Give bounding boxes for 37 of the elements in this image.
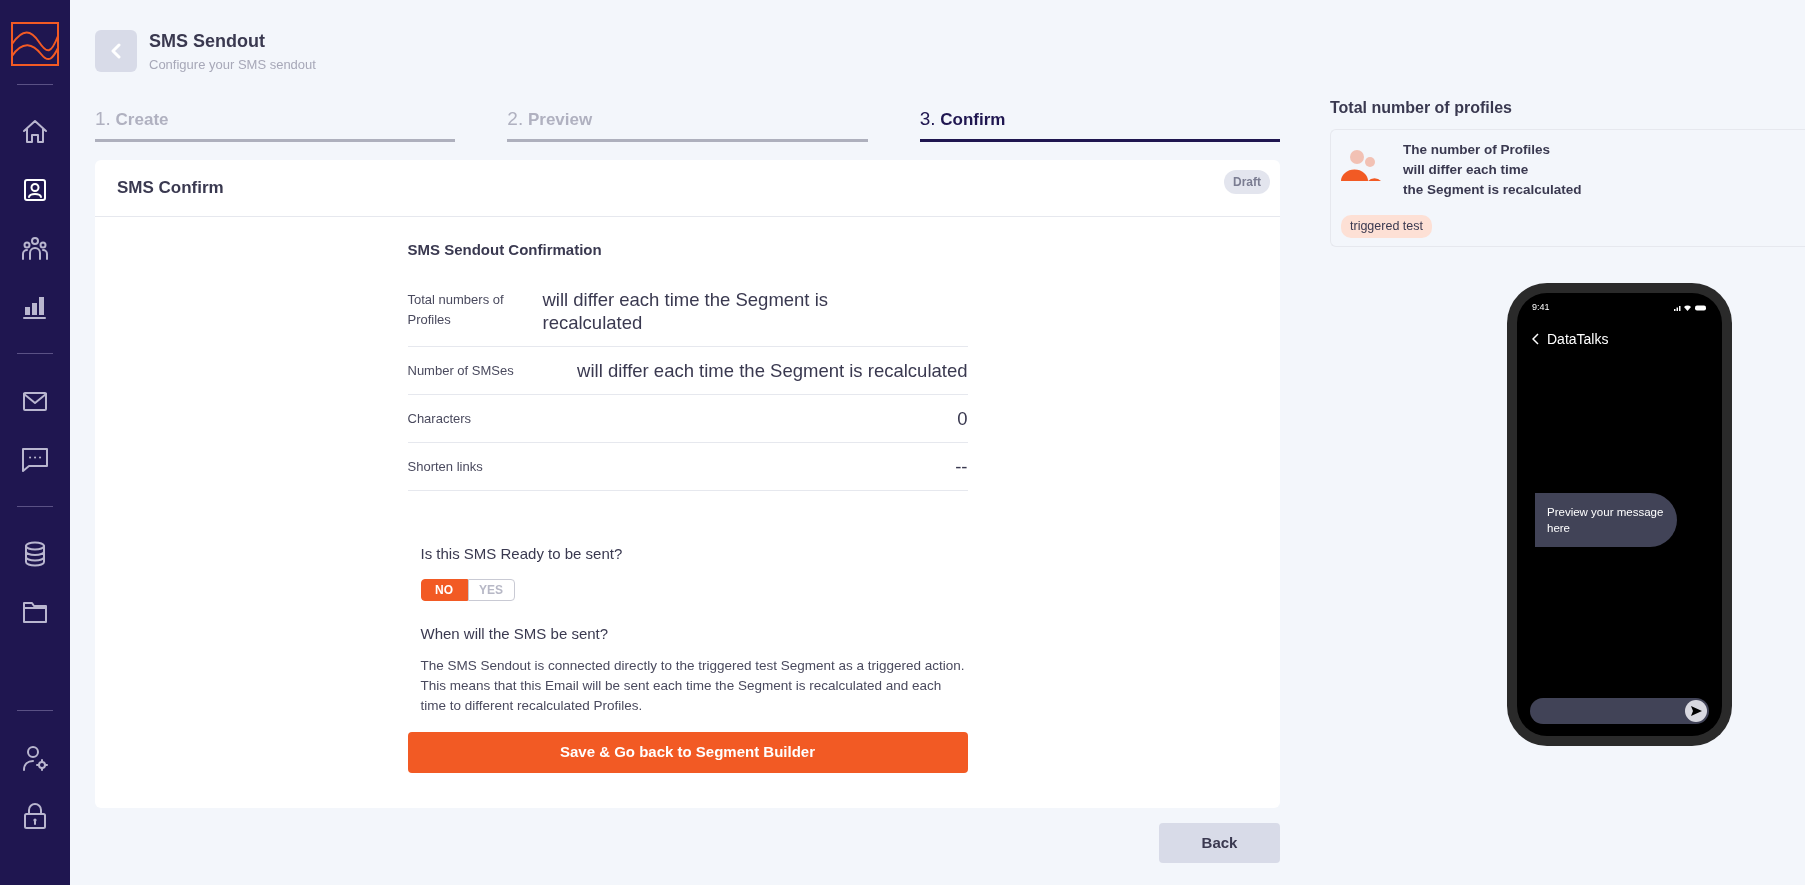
send-icon[interactable] bbox=[1685, 700, 1707, 722]
panel-title: Total number of profiles bbox=[1330, 98, 1513, 118]
message-input[interactable] bbox=[1530, 698, 1709, 724]
card-title: SMS Confirm bbox=[117, 177, 224, 200]
row-value: -- bbox=[955, 454, 968, 478]
section-heading: When will the SMS be sent? bbox=[420, 624, 610, 644]
step-tab[interactable]: 3. Confirm bbox=[919, 104, 1280, 142]
row-value: will differ each time the Segment is recalculated bbox=[541, 287, 829, 334]
people-icon bbox=[1341, 149, 1381, 181]
status-badge: Draft bbox=[1224, 170, 1270, 194]
toggle-option[interactable]: YES bbox=[467, 579, 515, 601]
row-value: will differ each time the Segment is recalculated bbox=[577, 358, 968, 382]
back-chevron-icon[interactable] bbox=[1532, 333, 1539, 345]
contact-name: DataTalks bbox=[1547, 329, 1609, 349]
status-icons bbox=[1673, 303, 1707, 312]
description-text: The SMS Sendout is connected directly to the triggered test Segment as a triggered action. This means that this Email will be sent each time the Segment is recalculated and each time to different recalculated Profiles. bbox=[420, 656, 966, 715]
toggle-option[interactable]: NO bbox=[420, 579, 468, 601]
info-text: The number of Profiles will differ each time the Segment is recalculated bbox=[1403, 141, 1583, 199]
save-button[interactable]: Save & Go back to Segment Builder bbox=[407, 731, 968, 773]
step-tab[interactable]: 1. Create bbox=[95, 104, 456, 142]
row-label: Total numbers of Profiles bbox=[407, 290, 505, 329]
question-text: Is this SMS Ready to be sent? bbox=[420, 543, 624, 564]
row-label: Shorten links bbox=[407, 457, 484, 476]
message-bubble: Preview your message here bbox=[1535, 493, 1677, 547]
user-settings-icon[interactable] bbox=[20, 743, 50, 773]
row-label: Characters bbox=[407, 409, 473, 428]
row-label: Number of SMSes bbox=[407, 361, 514, 380]
status-time: 9:41 bbox=[1532, 301, 1550, 314]
back-button[interactable]: Back bbox=[1159, 823, 1280, 863]
row-value: 0 bbox=[957, 406, 968, 430]
chevron-left-icon bbox=[109, 43, 123, 60]
step-tab[interactable]: 2. Preview bbox=[507, 104, 868, 142]
logo-icon bbox=[11, 22, 59, 66]
page-title: SMS Sendout bbox=[149, 30, 266, 53]
section-title: SMS Sendout Confirmation bbox=[407, 240, 603, 260]
segment-tag: triggered test bbox=[1341, 215, 1432, 238]
page-subtitle: Configure your SMS sendout bbox=[149, 56, 316, 74]
